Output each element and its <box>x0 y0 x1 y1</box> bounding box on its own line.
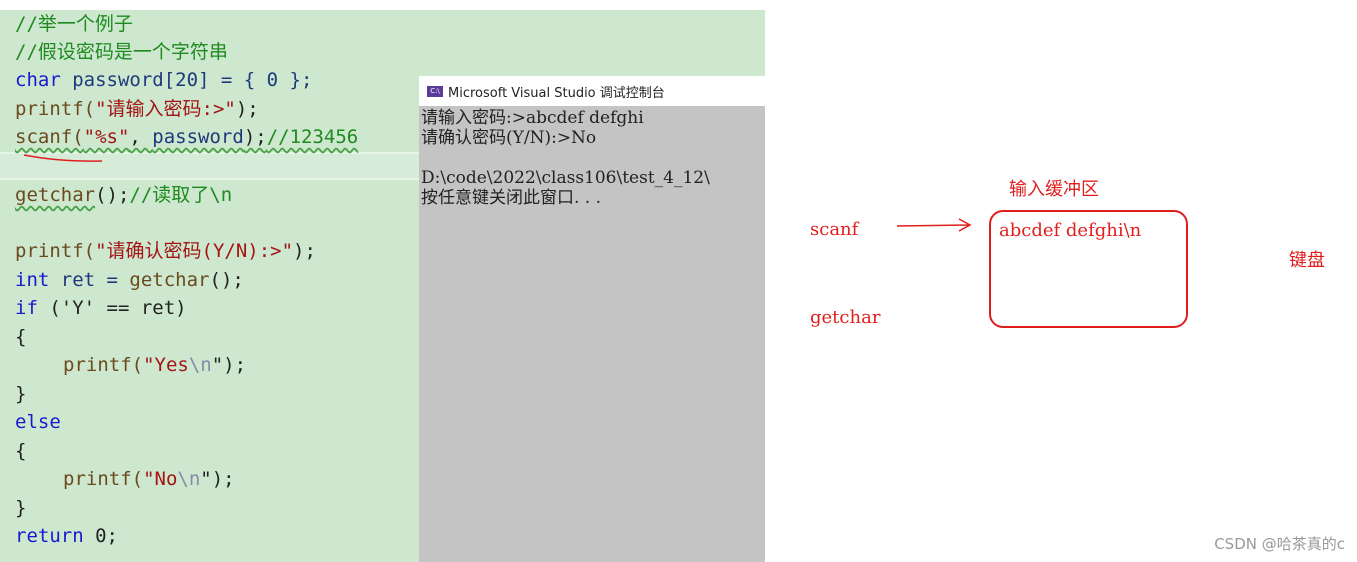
scanf-label: scanf <box>810 219 859 240</box>
string: "请确认密码(Y/N):>" <box>95 240 294 262</box>
code-text: (); <box>95 184 130 206</box>
code-line: } <box>15 497 27 519</box>
watermark: CSDN @哈茶真的c <box>1214 535 1345 553</box>
debug-console-window[interactable]: C:\ Microsoft Visual Studio 调试控制台 请输入密码:>… <box>419 76 765 562</box>
code-text: 0; <box>95 525 118 547</box>
console-title-bar[interactable]: C:\ Microsoft Visual Studio 调试控制台 <box>419 76 765 106</box>
console-output: 请输入密码:>abcdef defghi 请确认密码(Y/N):>No D:\cod… <box>419 106 765 208</box>
code-text: ); <box>243 126 267 148</box>
console-line: D:\code\2022\class106\test_4_12\ <box>421 168 710 188</box>
red-underline-mark <box>23 154 103 162</box>
string: "请输入密码:>" <box>95 98 236 120</box>
code-text: getchar <box>129 269 210 291</box>
code-line: printf("请输入密码:>"); <box>15 95 259 123</box>
string: "%s" <box>83 126 130 148</box>
code-text: password <box>152 126 244 148</box>
code-text: "); <box>211 354 247 376</box>
console-line: 请输入密码:>abcdef defghi <box>421 108 644 128</box>
keyword: char <box>15 69 61 91</box>
code-text: ('Y' == ret) <box>49 297 187 319</box>
code-text: printf( <box>63 468 144 490</box>
console-app-icon: C:\ <box>427 85 443 97</box>
code-text: getchar <box>15 184 96 206</box>
keyboard-label: 键盘 <box>1289 250 1325 271</box>
code-text: ); <box>235 98 259 120</box>
escape: \n <box>188 354 212 376</box>
code-line: char password[20] = { 0 }; <box>15 66 312 94</box>
console-title: Microsoft Visual Studio 调试控制台 <box>448 85 665 101</box>
code-text: password[20] = { 0 }; <box>72 69 313 91</box>
comment: //123456 <box>266 126 359 148</box>
code-line: //举一个例子 <box>15 13 133 35</box>
keyword: int <box>15 269 50 291</box>
code-line: printf("No\n"); <box>63 465 235 493</box>
code-line: if ('Y' == ret) <box>15 294 187 322</box>
console-line: 按任意键关闭此窗口. . . <box>421 188 602 208</box>
code-line: else <box>15 411 61 433</box>
code-text: ret = <box>60 269 130 291</box>
code-text: printf( <box>63 354 144 376</box>
code-line: scanf("%s", password);//123456 <box>15 123 358 151</box>
string: "No <box>143 468 178 490</box>
code-line: int ret = getchar(); <box>15 266 244 294</box>
code-line: printf("Yes\n"); <box>63 351 246 379</box>
comment: //读取了\n <box>129 184 233 206</box>
code-line: return 0; <box>15 522 118 550</box>
code-text: , <box>129 126 153 148</box>
escape: \n <box>177 468 201 490</box>
code-line: { <box>15 440 27 462</box>
getchar-label: getchar <box>810 307 881 328</box>
code-line: printf("请确认密码(Y/N):>"); <box>15 237 316 265</box>
code-text: printf( <box>15 240 96 262</box>
code-line: //假设密码是一个字符串 <box>15 41 228 63</box>
code-text: scanf( <box>15 126 84 148</box>
code-line: getchar();//读取了\n <box>15 181 232 209</box>
code-text: (); <box>209 269 244 291</box>
console-line: 请确认密码(Y/N):>No <box>421 128 597 148</box>
code-text: ); <box>293 240 316 262</box>
code-text: printf( <box>15 98 96 120</box>
code-line: } <box>15 383 27 405</box>
buffer-content: abcdef defghi\n <box>999 220 1142 241</box>
keyword: if <box>15 297 38 319</box>
code-text: "); <box>200 468 235 490</box>
keyword: return <box>15 525 84 547</box>
string: "Yes <box>143 354 189 376</box>
buffer-title: 输入缓冲区 <box>1009 179 1099 200</box>
code-line: { <box>15 326 27 348</box>
arrow-icon <box>896 218 972 232</box>
